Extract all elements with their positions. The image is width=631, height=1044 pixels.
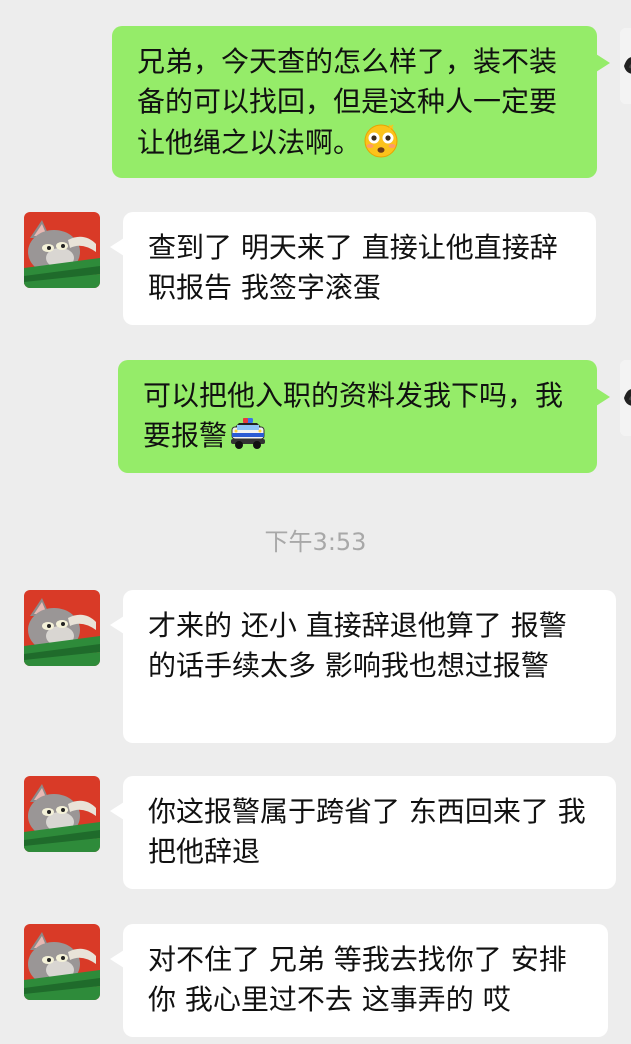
flushed-face-emoji-icon <box>363 122 399 169</box>
message-text: 可以把他入职的资料发我下吗，我要报警 <box>143 379 564 452</box>
message-text: 兄弟，今天查的怎么样了，装不装备的可以找回，但是这种人一定要让他绳之以法啊。 <box>137 45 558 159</box>
message-text: 你这报警属于跨省了 东西回来了 我把他辞退 <box>148 795 586 868</box>
own-avatar[interactable] <box>620 28 631 104</box>
message-bubble-sent[interactable]: 兄弟，今天查的怎么样了，装不装备的可以找回，但是这种人一定要让他绳之以法啊。 <box>112 26 610 178</box>
contact-avatar[interactable] <box>24 924 100 1000</box>
contact-avatar[interactable] <box>24 590 100 666</box>
message-bubble-sent[interactable]: 可以把他入职的资料发我下吗，我要报警 <box>118 360 610 473</box>
contact-avatar[interactable] <box>24 776 100 852</box>
cartoon-cat-avatar-icon <box>24 776 100 852</box>
contact-avatar[interactable] <box>24 212 100 288</box>
message-bubble-received[interactable]: 你这报警属于跨省了 东西回来了 我把他辞退 <box>110 776 616 889</box>
own-avatar-icon <box>620 360 631 436</box>
message-bubble-received[interactable]: 查到了 明天来了 直接让他直接辞职报告 我签字滚蛋 <box>110 212 596 325</box>
message-text: 对不住了 兄弟 等我去找你了 安排你 我心里过不去 这事弄的 哎 <box>148 943 567 1016</box>
message-bubble-received[interactable]: 才来的 还小 直接辞退他算了 报警的话手续太多 影响我也想过报警 <box>110 590 616 743</box>
cartoon-cat-avatar-icon <box>24 590 100 666</box>
chat-window: 兄弟，今天查的怎么样了，装不装备的可以找回，但是这种人一定要让他绳之以法啊。 查… <box>0 0 631 1044</box>
timestamp: 下午3:53 <box>264 528 367 556</box>
own-avatar-icon <box>620 28 631 104</box>
own-avatar[interactable] <box>620 360 631 436</box>
message-text: 查到了 明天来了 直接让他直接辞职报告 我签字滚蛋 <box>148 231 558 304</box>
cartoon-cat-avatar-icon <box>24 212 100 288</box>
message-bubble-received[interactable]: 对不住了 兄弟 等我去找你了 安排你 我心里过不去 这事弄的 哎 <box>110 924 608 1037</box>
police-car-emoji-icon <box>229 417 267 462</box>
cartoon-cat-avatar-icon <box>24 924 100 1000</box>
message-text: 才来的 还小 直接辞退他算了 报警的话手续太多 影响我也想过报警 <box>148 609 567 682</box>
